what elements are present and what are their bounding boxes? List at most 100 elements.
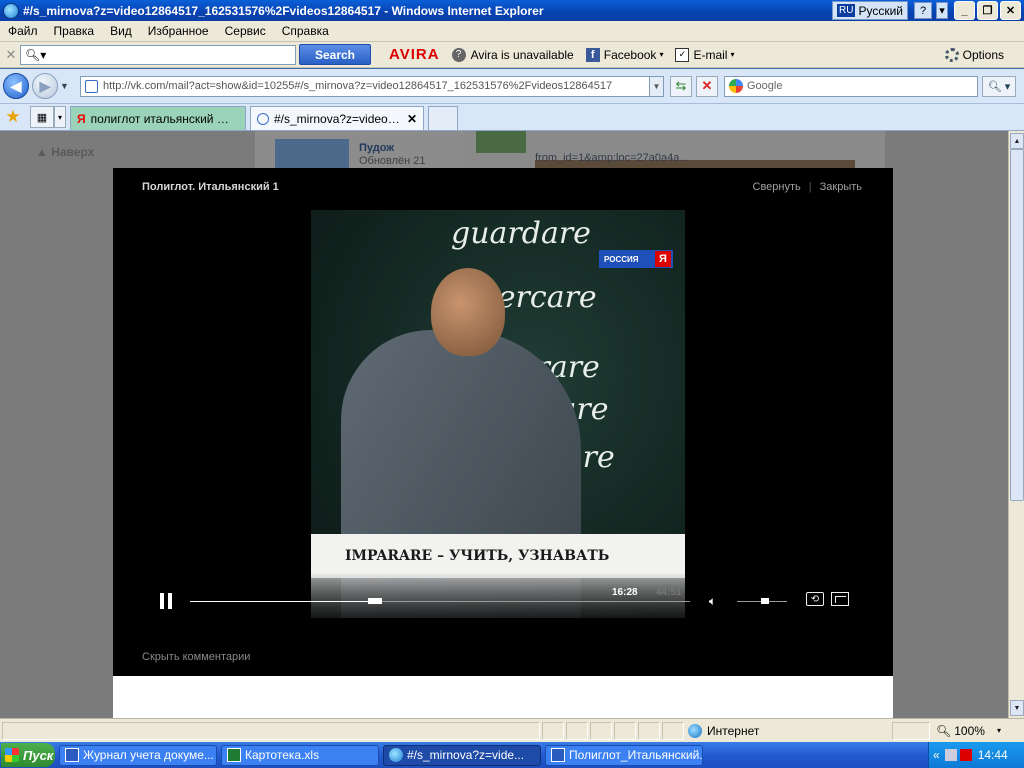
close-video-link[interactable]: Закрыть [820,181,862,193]
album-title[interactable]: Пудож [359,142,394,154]
windows-flag-icon [5,748,19,762]
email-label: E-mail [693,47,728,62]
chevron-down-icon: ▾ [659,50,664,59]
tab-label: полиглот итальянский — Я... [90,111,239,126]
yandex-icon: Я [77,111,86,126]
zoom-icon: 🔍︎ [936,723,952,738]
question-icon: ? [451,47,466,62]
network-icon[interactable] [944,749,957,761]
menu-file[interactable]: Файл [0,24,46,38]
tab-vk-video[interactable]: #/s_mirnova?z=video12... ✕ [250,106,424,130]
video-frame[interactable]: guardare cercare lavorare imparare ascol… [311,210,685,618]
protected-mode-indicator[interactable] [892,721,930,740]
back-button[interactable]: ◀ [3,73,29,99]
taskbar-item-poliglot[interactable]: Полиглот_Итальянский... [545,744,703,766]
menu-help[interactable]: Справка [274,24,337,38]
facebook-button[interactable]: f Facebook ▾ [585,47,664,62]
search-button[interactable]: Search [299,44,371,65]
address-bar-row: ◀ ▶ ▼ http://vk.com/mail?act=show&id=102… [0,69,1024,104]
ie-page-icon [257,112,269,125]
scroll-down-arrow-icon[interactable]: ▼ [1010,700,1024,716]
taskbar-item-kartoteka[interactable]: Картотека.xls [221,744,379,766]
quick-tabs-button[interactable]: ▦ [30,106,54,128]
clock[interactable]: 14:44 [978,748,1008,762]
help-button[interactable]: ? [914,2,932,19]
close-toolbar-icon[interactable]: ✕ [2,47,20,63]
avira-logo[interactable]: AVIRA [389,46,440,63]
google-search-placeholder: Google [747,80,783,92]
loop-icon[interactable]: ⟲ [806,592,824,606]
pause-button[interactable] [160,593,172,609]
ie-icon [3,2,19,19]
tab-list-dropdown[interactable]: ▾ [54,106,66,128]
options-button[interactable]: Options [944,47,1004,62]
security-zone[interactable]: Интернет [684,723,890,738]
maximize-button[interactable]: ❐ [977,1,998,20]
channel-name: РОССИЯ [604,254,639,264]
scroll-to-top-label: Наверх [51,145,95,159]
email-icon: ✓ [675,47,690,62]
avira-tray-icon[interactable] [959,749,972,761]
tray-expand-icon[interactable]: « [933,748,940,762]
vertical-scrollbar[interactable]: ▲ ▼ [1008,131,1024,718]
close-button[interactable]: ✕ [1000,1,1021,20]
forward-button[interactable]: ▶ [32,73,58,99]
taskbar-item-journal[interactable]: Журнал учета докуме... [59,744,217,766]
address-dropdown-icon[interactable]: ▼ [649,76,663,96]
seek-bar-played [190,601,375,602]
language-options-button[interactable]: ▾ [936,2,948,19]
post-link-text[interactable]: from_id=1&amp;loc=27a0a4a... [535,137,689,165]
link-separator: | [808,181,812,193]
menu-edit[interactable]: Правка [46,24,103,38]
window-title: #/s_mirnova?z=video12864517_162531576%2F… [23,3,544,18]
scroll-to-top-link[interactable]: ▲ Наверх [36,145,94,159]
refresh-button[interactable]: ⇆ [670,75,692,97]
google-icon [729,78,743,93]
tab-yandex[interactable]: Я полиглот итальянский — Я... [70,106,246,130]
language-indicator[interactable]: RU Русский [832,1,908,20]
language-name: Русский [858,3,903,18]
minimize-video-link[interactable]: Свернуть [753,181,801,193]
channel-logo: РОССИЯ Я [599,250,673,268]
seek-bar[interactable] [190,598,690,604]
volume-handle[interactable] [760,598,769,604]
volume-icon[interactable]: 🔈︎ [709,594,723,608]
menu-tools[interactable]: Сервис [217,24,274,38]
album-thumbnail[interactable] [275,139,349,171]
hide-comments-link[interactable]: Скрыть комментарии [142,651,250,663]
google-search-button[interactable]: 🔍︎ ▾ [982,75,1016,97]
close-tab-icon[interactable]: ✕ [407,112,417,126]
address-url: http://vk.com/mail?act=show&id=10255#/s_… [103,80,613,92]
chevron-down-icon: ▾ [996,726,1001,735]
language-code: RU [837,4,856,17]
zoom-control[interactable]: 🔍︎ 100% ▾ [936,724,1001,738]
stop-button[interactable]: ✕ [696,75,718,97]
tab-bar: ★ ▦ ▾ Я полиглот итальянский — Я... #/s_… [0,104,1024,131]
chevron-down-icon: ▾ [730,50,735,59]
toolbar-search-input[interactable]: 🔍︎▾ [20,44,296,65]
address-input[interactable]: http://vk.com/mail?act=show&id=10255#/s_… [80,75,664,97]
volume-slider[interactable] [737,598,787,604]
facebook-icon: f [585,47,600,62]
favorites-star-icon[interactable]: ★ [2,106,24,128]
new-tab-button[interactable] [428,106,458,130]
avatar[interactable] [476,131,526,153]
menu-view[interactable]: Вид [102,24,140,38]
fullscreen-icon[interactable] [831,592,849,606]
minimize-button[interactable]: _ [954,1,975,20]
email-button[interactable]: ✓ E-mail ▾ [675,47,735,62]
seek-handle[interactable] [368,598,382,604]
google-search-input[interactable]: Google [724,75,978,97]
menu-favorites[interactable]: Избранное [140,24,217,38]
history-dropdown-icon[interactable]: ▼ [60,81,70,91]
gear-icon [944,47,959,62]
taskbar-item-ie[interactable]: #/s_mirnova?z=vide... [383,744,541,766]
taskbar-item-label: Картотека.xls [245,748,320,762]
scroll-up-arrow-icon[interactable]: ▲ [1010,133,1024,149]
avira-status[interactable]: ? Avira is unavailable [451,47,574,62]
comments-area [113,676,893,718]
start-button[interactable]: Пуск [1,743,55,767]
scroll-thumb[interactable] [1010,149,1024,501]
page-viewport: ▲ Наверх Пудож Обновлён 21 from_id=1&amp… [0,131,1008,718]
menu-bar: Файл Правка Вид Избранное Сервис Справка [0,21,1024,42]
